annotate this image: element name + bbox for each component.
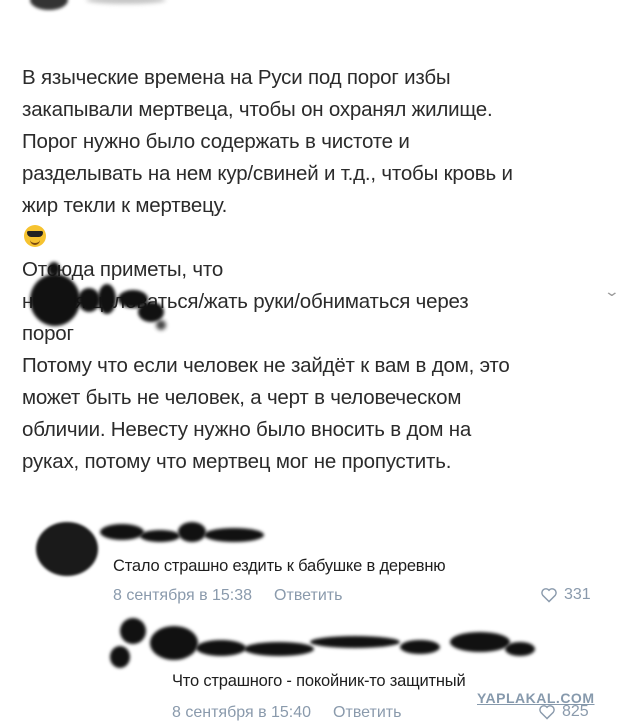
comment-meta: 8 сентября в 15:40 Ответить (172, 704, 401, 722)
comment-text: Что страшного - покойник-то защитный (172, 672, 466, 690)
heart-icon (541, 588, 557, 603)
expand-chevron-icon[interactable]: ⌄ (604, 283, 620, 300)
reply-post-body: Потому что если человек не зайдёт к вам … (22, 354, 510, 473)
obscured-author-second (20, 262, 190, 342)
obscured-comment-author (100, 518, 270, 554)
post-text: В языческие времена на Руси под порог из… (22, 66, 513, 217)
comment-date[interactable]: 8 сентября в 15:40 (172, 704, 311, 721)
like-count: 331 (564, 586, 591, 603)
comment-date[interactable]: 8 сентября в 15:38 (113, 587, 252, 604)
obscured-author-top (0, 0, 640, 14)
sunglasses-emoji-icon (24, 225, 46, 247)
reply-link[interactable]: Ответить (274, 587, 342, 604)
reply-link[interactable]: Ответить (333, 704, 401, 721)
avatar[interactable] (36, 522, 98, 576)
obscured-comment-author (110, 612, 540, 674)
watermark: YAPLAKAL.COM (477, 690, 595, 706)
comment-meta: 8 сентября в 15:38 Ответить (113, 587, 342, 605)
heart-icon (539, 705, 555, 720)
like-button[interactable]: 331 (540, 586, 591, 604)
comment-text: Стало страшно ездить к бабушке в деревню (113, 557, 446, 575)
